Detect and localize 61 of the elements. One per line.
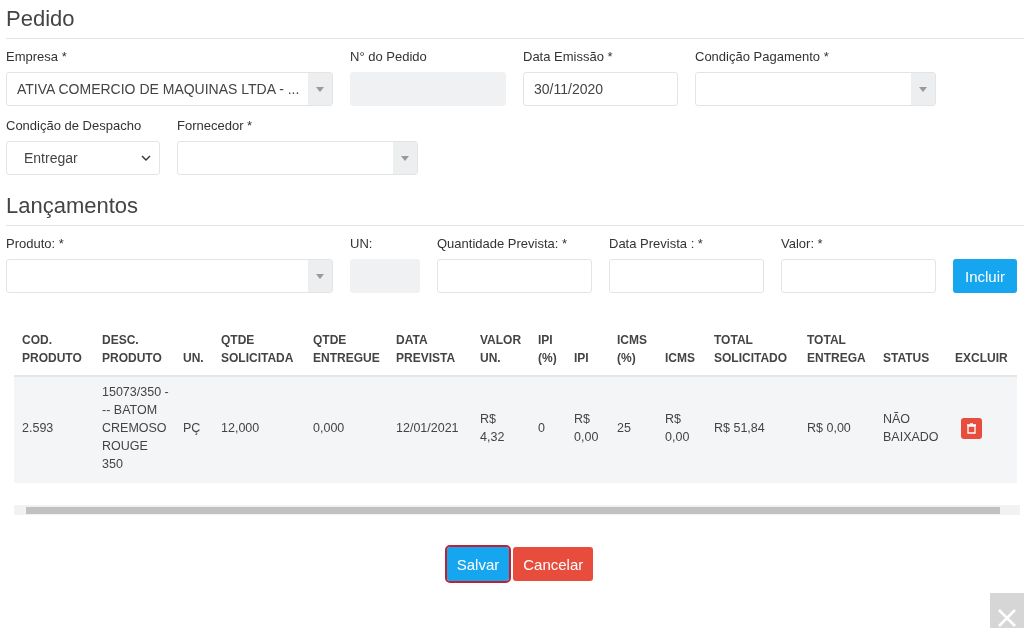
column-header: ICMS <box>665 350 695 367</box>
column-header: COD. PRODUTO <box>22 332 83 367</box>
caret-icon <box>316 86 324 92</box>
caret-icon <box>919 86 927 92</box>
column-header: STATUS <box>883 350 930 367</box>
table-cell-text: R$ 0,00 <box>665 411 691 446</box>
column-header: VALOR UN. <box>480 332 523 367</box>
table-cell-text: R$ 0,00 <box>574 411 600 446</box>
field-label: Condição de Despacho <box>6 118 143 133</box>
column-header: DESC. PRODUTO <box>102 332 163 367</box>
close-button[interactable] <box>990 593 1024 628</box>
field-label: Data Prevista : * <box>609 236 704 251</box>
caret-icon <box>316 273 324 279</box>
table-cell-text: 0,000 <box>313 420 345 437</box>
horizontal-scrollbar[interactable] <box>14 505 1020 515</box>
field-label: Produto: * <box>6 236 65 251</box>
dropdown-field[interactable]: Entregar <box>6 141 160 175</box>
close-icon <box>997 608 1017 628</box>
field-label: Data Emissão * <box>523 49 614 64</box>
table-cell-text: 2.593 <box>22 420 54 437</box>
table-cell-text: R$ 51,84 <box>714 420 765 437</box>
field-label: Fornecedor * <box>177 118 254 133</box>
table-cell-text: 0 <box>538 420 545 437</box>
column-header: TOTAL ENTREGA <box>807 332 867 367</box>
column-header: UN. <box>183 350 204 367</box>
table-cell-text: 25 <box>617 420 631 437</box>
field-label: Empresa * <box>6 49 68 64</box>
input-field[interactable] <box>609 259 764 293</box>
field-label: UN: <box>350 236 374 251</box>
input-field[interactable] <box>781 259 936 293</box>
column-header: IPI <box>574 350 589 367</box>
select-field[interactable] <box>6 259 333 293</box>
table-cell-text: 12/01/2021 <box>396 420 459 437</box>
field-label: N° do Pedido <box>350 49 428 64</box>
section-title: Lançamentos <box>6 187 1024 226</box>
select-field[interactable] <box>695 72 936 106</box>
trash-icon[interactable] <box>961 417 982 439</box>
section-title: Pedido <box>6 0 1024 39</box>
column-header: EXCLUIR <box>955 350 1008 367</box>
column-header: TOTAL SOLICITADO <box>714 332 789 367</box>
column-header: QTDE SOLICITADA <box>221 332 295 367</box>
field-label: Condição Pagamento * <box>695 49 830 64</box>
column-header: ICMS (%) <box>617 332 648 367</box>
table-cell-text: R$ 0,00 <box>807 420 851 437</box>
table-cell-text: PÇ <box>183 420 201 437</box>
chevron-icon <box>141 155 151 161</box>
column-header: DATA PREVISTA <box>396 332 457 367</box>
table-cell-text: 15073/350 --- BATOM CREMOSO ROUGE 350 <box>102 384 169 473</box>
field-label: Quantidade Prevista: * <box>437 236 569 251</box>
cancel-button[interactable]: Cancelar <box>513 547 594 581</box>
input-field[interactable] <box>437 259 592 293</box>
table-cell-text: R$ 4,32 <box>480 411 506 446</box>
caret-icon <box>401 155 409 161</box>
column-header: IPI (%) <box>538 332 558 367</box>
column-header: QTDE ENTREGUE <box>313 332 381 367</box>
select-field[interactable] <box>177 141 418 175</box>
select-field[interactable]: ATIVA COMERCIO DE MAQUINAS LTDA - ... <box>6 72 333 106</box>
input-field[interactable]: 30/11/2020 <box>523 72 678 106</box>
table-cell-text: 12,000 <box>221 420 260 437</box>
field-label: Valor: * <box>781 236 824 251</box>
table-cell-text: NÃO BAIXADO <box>883 411 940 446</box>
